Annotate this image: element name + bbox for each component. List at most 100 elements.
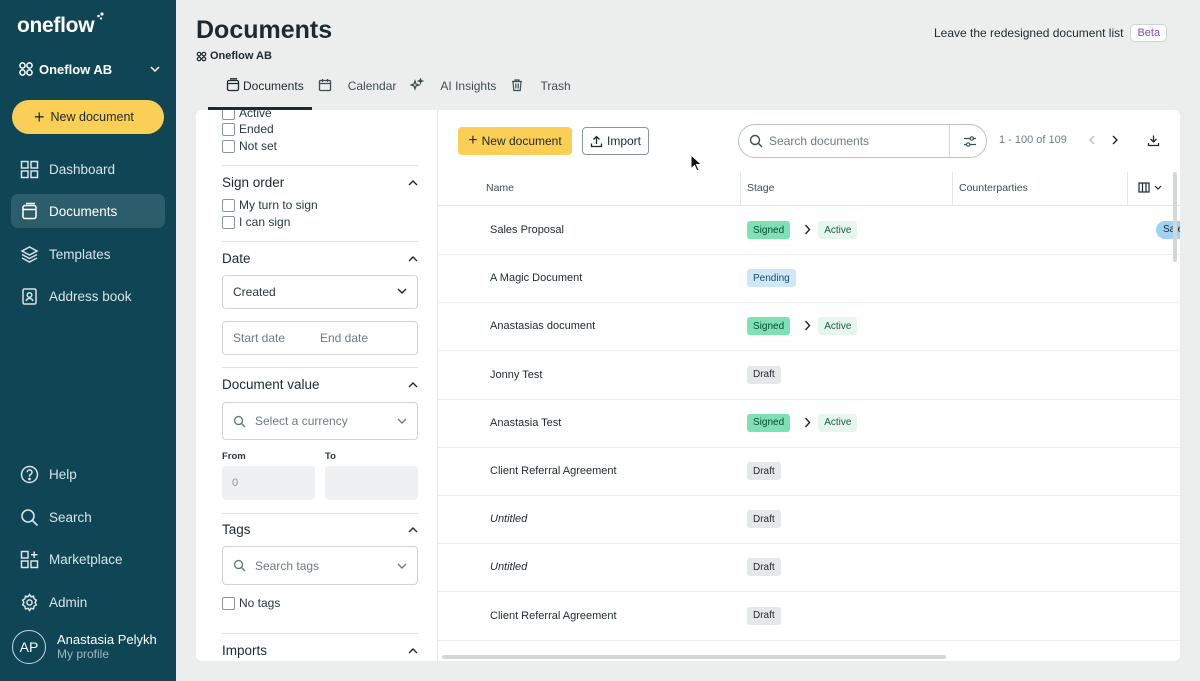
checkbox[interactable] [222, 110, 235, 120]
sidebar: oneflow Oneflow AB + New document Dashbo… [0, 0, 176, 681]
upload-icon [590, 135, 603, 148]
new-document-button[interactable]: + New document [458, 127, 572, 155]
currency-select[interactable]: Select a currency [222, 402, 418, 440]
tab-label: Calendar [347, 79, 397, 93]
search-documents[interactable]: Search documents [738, 124, 987, 158]
section-title: Document value [222, 377, 320, 392]
search-icon [749, 134, 763, 148]
chevron-up-icon [408, 179, 418, 186]
date-section-header[interactable]: Date [222, 251, 418, 266]
sidebar-item-dashboard[interactable]: Dashboard [11, 152, 165, 186]
document-name[interactable]: Jonny Test [490, 369, 542, 381]
templates-icon [20, 245, 39, 264]
checkbox[interactable] [222, 215, 235, 229]
table-row[interactable]: Untitled Draft [438, 496, 1180, 545]
tags-search-select[interactable]: Search tags [222, 546, 418, 585]
sign-order-section-header[interactable]: Sign order [222, 175, 418, 190]
column-header-name[interactable]: Name [486, 182, 514, 194]
tab-label: Trash [540, 79, 571, 93]
filter-my-turn-to-sign[interactable]: My turn to sign [222, 198, 318, 212]
document-name[interactable]: Sales Proposal [490, 224, 564, 236]
document-name[interactable]: Untitled [490, 561, 527, 573]
sidebar-item-help[interactable]: Help [11, 457, 165, 491]
filter-settings-icon[interactable] [963, 135, 977, 148]
value-from-input[interactable]: 0 [222, 466, 315, 500]
document-name[interactable]: Anastasias document [490, 320, 595, 332]
download-icon[interactable] [1147, 134, 1160, 147]
filter-status-ended[interactable]: Ended [222, 122, 274, 136]
search-input[interactable]: Search documents [769, 134, 869, 148]
chevron-left-icon[interactable] [1088, 135, 1096, 145]
start-date-field[interactable]: Start date [233, 331, 320, 345]
beta-badge[interactable]: Beta [1130, 24, 1168, 42]
filter-status-active[interactable]: Active [222, 110, 272, 120]
stage-badge-signed: Signed [747, 317, 791, 336]
tab-label: Documents [243, 79, 304, 93]
oneflow-logo[interactable]: oneflow [17, 12, 105, 38]
table-row[interactable]: Jonny Test Draft [438, 352, 1180, 400]
table-row[interactable]: Anastasias document Signed Active [438, 303, 1180, 352]
tab-label: AI Insights [440, 79, 497, 93]
vertical-scrollbar[interactable] [1173, 172, 1177, 262]
horizontal-scrollbar[interactable] [442, 655, 946, 659]
sidebar-item-documents[interactable]: Documents [11, 194, 165, 228]
gear-icon [20, 592, 39, 612]
value-to-input[interactable] [325, 466, 418, 500]
tab-trash[interactable]: Trash [510, 76, 584, 96]
column-resizer[interactable] [740, 172, 741, 206]
column-resizer[interactable] [1127, 172, 1128, 206]
tab-documents[interactable]: Documents [196, 76, 318, 96]
table-row[interactable]: Client Referral Agreement Draft [438, 448, 1180, 496]
page-title: Documents [196, 16, 333, 44]
stage-badge-signed: Signed [747, 221, 791, 239]
end-date-field[interactable]: End date [320, 331, 368, 345]
table-row[interactable]: A Magic Document Pending [438, 255, 1180, 304]
sidebar-item-label: Search [49, 509, 92, 525]
imports-section-header[interactable]: Imports [222, 643, 418, 658]
checkbox[interactable] [222, 596, 235, 610]
sidebar-item-search[interactable]: Search [11, 500, 165, 534]
mouse-cursor-icon [690, 154, 702, 172]
chevron-right-icon[interactable] [1111, 135, 1119, 145]
document-name[interactable]: Untitled [490, 513, 527, 525]
leave-redesign-link[interactable]: Leave the redesigned document list [934, 26, 1123, 40]
tab-ai-insights[interactable]: AI Insights [410, 76, 510, 96]
sidebar-item-admin[interactable]: Admin [11, 585, 165, 619]
sidebar-item-label: Dashboard [49, 161, 116, 177]
column-resizer[interactable] [952, 172, 953, 206]
document-name[interactable]: Anastasia Test [490, 417, 561, 429]
stage-badge-draft: Draft [747, 606, 781, 625]
profile-menu[interactable]: AP Anastasia Pelykh My profile [12, 630, 157, 664]
divider [222, 633, 418, 634]
filter-i-can-sign[interactable]: I can sign [222, 215, 290, 229]
workspace-selector[interactable]: Oneflow AB [18, 60, 160, 78]
sidebar-item-address-book[interactable]: Address book [11, 279, 165, 313]
sidebar-new-document-button[interactable]: + New document [12, 100, 164, 134]
checkbox[interactable] [222, 198, 235, 212]
sidebar-item-marketplace[interactable]: Marketplace [11, 542, 165, 576]
chevron-up-icon [408, 381, 418, 388]
table-row[interactable]: Sales Proposal Signed Active [438, 207, 1180, 255]
checkbox[interactable] [222, 122, 235, 136]
sidebar-item-templates[interactable]: Templates [11, 237, 165, 271]
document-name[interactable]: A Magic Document [490, 272, 582, 284]
date-range-input[interactable]: Start date End date [222, 321, 418, 355]
column-header-counterparties[interactable]: Counterparties [959, 182, 1028, 194]
tags-section-header[interactable]: Tags [222, 522, 418, 537]
column-header-stage[interactable]: Stage [747, 182, 774, 194]
filter-no-tags[interactable]: No tags [222, 596, 280, 610]
date-type-select[interactable]: Created [222, 275, 418, 309]
table-row[interactable]: Untitled Draft [438, 544, 1180, 593]
column-settings-button[interactable] [1138, 182, 1162, 193]
table-row[interactable]: Anastasia Test Signed Active [438, 400, 1180, 448]
document-name[interactable]: Client Referral Agreement [490, 610, 617, 622]
filter-status-not-set[interactable]: Not set [222, 139, 277, 153]
columns-icon [1138, 182, 1150, 193]
table-row[interactable]: Client Referral Agreement Draft [438, 593, 1180, 641]
import-button[interactable]: Import [582, 127, 649, 155]
table-header: Name Stage Counterparties [438, 172, 1180, 206]
tab-calendar[interactable]: Calendar [318, 76, 411, 96]
document-name[interactable]: Client Referral Agreement [490, 465, 617, 477]
checkbox[interactable] [222, 139, 235, 153]
document-value-section-header[interactable]: Document value [222, 377, 418, 392]
